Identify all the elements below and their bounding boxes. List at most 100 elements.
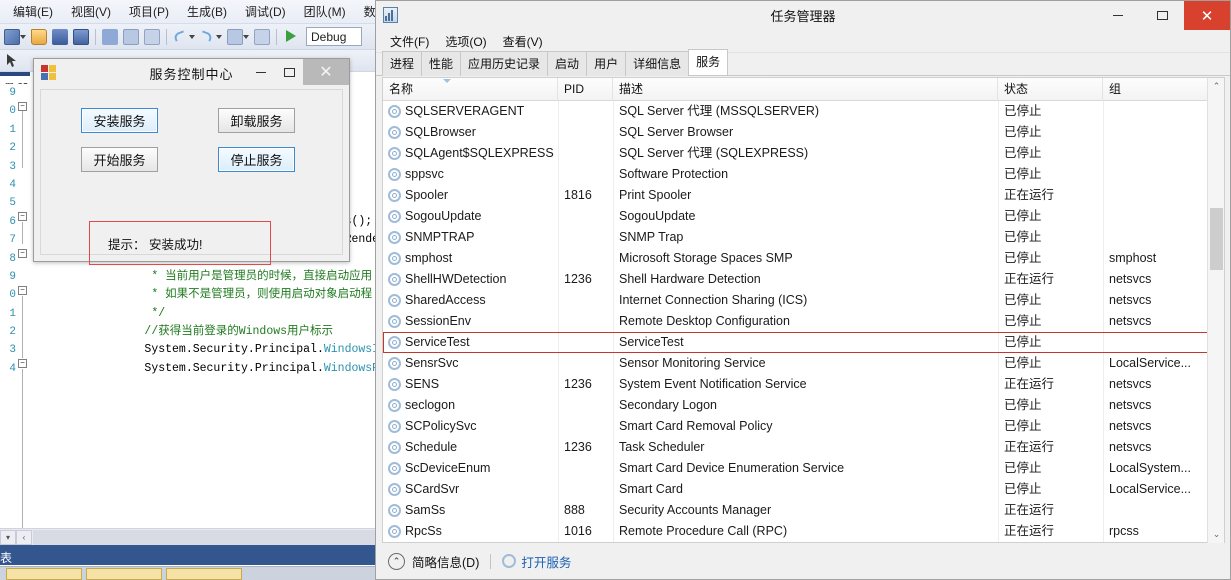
fewer-details-label[interactable]: 简略信息(D): [412, 552, 479, 571]
table-row[interactable]: SNMPTRAPSNMP Trap已停止: [383, 227, 1208, 248]
maximize-button[interactable]: [275, 59, 303, 85]
taskbar-button[interactable]: [86, 568, 162, 580]
fold-toggle-icon[interactable]: −: [18, 102, 27, 111]
column-header-desc[interactable]: 描述: [613, 78, 998, 101]
cell-desc: Secondary Logon: [619, 395, 996, 416]
vs-menu-edit[interactable]: 编辑(E): [4, 1, 62, 22]
vs-menu-team[interactable]: 团队(M): [295, 1, 355, 22]
open-services-link[interactable]: 打开服务: [521, 552, 571, 571]
table-row[interactable]: smphostMicrosoft Storage Spaces SMP已停止sm…: [383, 248, 1208, 269]
table-row[interactable]: ServiceTestServiceTest已停止: [383, 332, 1208, 353]
tab-services[interactable]: 服务: [688, 49, 728, 75]
scroll-up-arrow-icon[interactable]: ⌃: [1208, 78, 1225, 95]
undo-icon[interactable]: [171, 27, 191, 47]
tm-title-bar[interactable]: 任务管理器 ✕: [376, 1, 1230, 30]
close-button[interactable]: ✕: [1184, 1, 1230, 30]
save-all-icon[interactable]: [71, 27, 91, 47]
scrollbar-thumb[interactable]: [1210, 208, 1223, 270]
table-row[interactable]: Schedule1236Task Scheduler正在运行netsvcs: [383, 437, 1208, 458]
cell-pid: [564, 479, 611, 500]
list-rows-container[interactable]: SQLSERVERAGENTSQL Server 代理 (MSSQLSERVER…: [383, 101, 1208, 543]
table-row[interactable]: SENS1236System Event Notification Servic…: [383, 374, 1208, 395]
tm-menu-options[interactable]: 选项(O): [437, 31, 494, 52]
column-header-status[interactable]: 状态: [998, 78, 1103, 101]
copy-icon[interactable]: [121, 27, 141, 47]
column-header-group[interactable]: 组: [1103, 78, 1208, 101]
vs-menu-view[interactable]: 视图(V): [62, 1, 120, 22]
taskbar-button[interactable]: [166, 568, 242, 580]
taskbar-button[interactable]: [6, 568, 82, 580]
table-row[interactable]: SCardSvrSmart Card已停止LocalService...: [383, 479, 1208, 500]
scroll-left-arrow-icon[interactable]: ‹: [16, 530, 32, 545]
minimize-button[interactable]: [247, 59, 275, 85]
table-row[interactable]: RpcSs1016Remote Procedure Call (RPC)正在运行…: [383, 521, 1208, 542]
table-row[interactable]: SCPolicySvcSmart Card Removal Policy已停止n…: [383, 416, 1208, 437]
scroll-track[interactable]: [33, 530, 380, 545]
cut-icon[interactable]: [100, 27, 120, 47]
code-fold-column[interactable]: − − − − −: [18, 84, 32, 548]
stop-service-button[interactable]: 停止服务: [218, 147, 295, 172]
minimize-button[interactable]: [1096, 1, 1140, 30]
vs-menu-project[interactable]: 项目(P): [120, 1, 178, 22]
start-service-button[interactable]: 开始服务: [81, 147, 158, 172]
table-row[interactable]: SQLBrowserSQL Server Browser已停止: [383, 122, 1208, 143]
solution-config-combo[interactable]: Debug: [306, 27, 362, 46]
status-message-text: 提示： 安装成功!: [90, 234, 202, 253]
save-icon[interactable]: [50, 27, 70, 47]
tab-processes[interactable]: 进程: [382, 51, 422, 76]
close-button[interactable]: ✕: [303, 59, 349, 85]
cell-group: netsvcs: [1109, 395, 1206, 416]
start-debug-icon[interactable]: [281, 27, 301, 47]
fold-toggle-icon[interactable]: −: [18, 212, 27, 221]
pointer-icon[interactable]: [2, 51, 22, 71]
tm-menu-view[interactable]: 查看(V): [495, 31, 551, 52]
cell-status: 正在运行: [1004, 437, 1101, 458]
paste-icon[interactable]: [142, 27, 162, 47]
column-header-name[interactable]: 名称: [383, 78, 558, 101]
fold-toggle-icon[interactable]: −: [18, 359, 27, 368]
maximize-button[interactable]: [1140, 1, 1184, 30]
navigate-backward-icon[interactable]: [225, 27, 245, 47]
column-separator: [1103, 479, 1104, 500]
list-vertical-scrollbar[interactable]: ⌃ ⌄: [1207, 78, 1224, 543]
vs-menu-debug[interactable]: 调试(D): [236, 1, 295, 22]
table-row[interactable]: SessionEnvRemote Desktop Configuration已停…: [383, 311, 1208, 332]
scroll-dropdown-icon[interactable]: ▾: [0, 530, 16, 545]
column-header-pid[interactable]: PID: [558, 78, 613, 101]
editor-horizontal-scrollbar[interactable]: ▾ ‹: [0, 528, 381, 545]
collapse-chevron-icon[interactable]: ⌃: [388, 553, 405, 570]
table-row[interactable]: SQLSERVERAGENTSQL Server 代理 (MSSQLSERVER…: [383, 101, 1208, 122]
column-separator: [613, 311, 614, 332]
tm-menu-file[interactable]: 文件(F): [382, 31, 437, 52]
table-row[interactable]: SamSs888Security Accounts Manager正在运行: [383, 500, 1208, 521]
tab-startup[interactable]: 启动: [547, 51, 587, 76]
fold-toggle-icon[interactable]: −: [18, 286, 27, 295]
table-row[interactable]: seclogonSecondary Logon已停止netsvcs: [383, 395, 1208, 416]
table-row[interactable]: SQLAgent$SQLEXPRESSSQL Server 代理 (SQLEXP…: [383, 143, 1208, 164]
table-row[interactable]: SensrSvcSensor Monitoring Service已停止Loca…: [383, 353, 1208, 374]
column-separator: [613, 101, 614, 122]
install-service-button[interactable]: 安装服务: [81, 108, 158, 133]
scroll-down-arrow-icon[interactable]: ⌄: [1208, 526, 1225, 543]
tab-app-history[interactable]: 应用历史记录: [460, 51, 548, 76]
scc-title-bar[interactable]: 服务控制中心 ✕: [34, 59, 349, 87]
vs-menu-build[interactable]: 生成(B): [178, 1, 236, 22]
new-project-icon[interactable]: [2, 27, 22, 47]
navigate-forward-icon[interactable]: [252, 27, 272, 47]
redo-icon[interactable]: [198, 27, 218, 47]
tab-performance[interactable]: 性能: [421, 51, 461, 76]
column-separator: [1103, 269, 1104, 290]
cell-desc: ServiceTest: [619, 332, 996, 353]
table-row[interactable]: sppsvcSoftware Protection已停止: [383, 164, 1208, 185]
table-row[interactable]: SogouUpdateSogouUpdate已停止: [383, 206, 1208, 227]
table-row[interactable]: Spooler1816Print Spooler正在运行: [383, 185, 1208, 206]
tab-details[interactable]: 详细信息: [625, 51, 689, 76]
table-row[interactable]: ShellHWDetection1236Shell Hardware Detec…: [383, 269, 1208, 290]
column-separator: [1103, 164, 1104, 185]
open-file-icon[interactable]: [29, 27, 49, 47]
uninstall-service-button[interactable]: 卸载服务: [218, 108, 295, 133]
fold-toggle-icon[interactable]: −: [18, 249, 27, 258]
table-row[interactable]: SharedAccessInternet Connection Sharing …: [383, 290, 1208, 311]
tab-users[interactable]: 用户: [586, 51, 626, 76]
table-row[interactable]: ScDeviceEnumSmart Card Device Enumeratio…: [383, 458, 1208, 479]
